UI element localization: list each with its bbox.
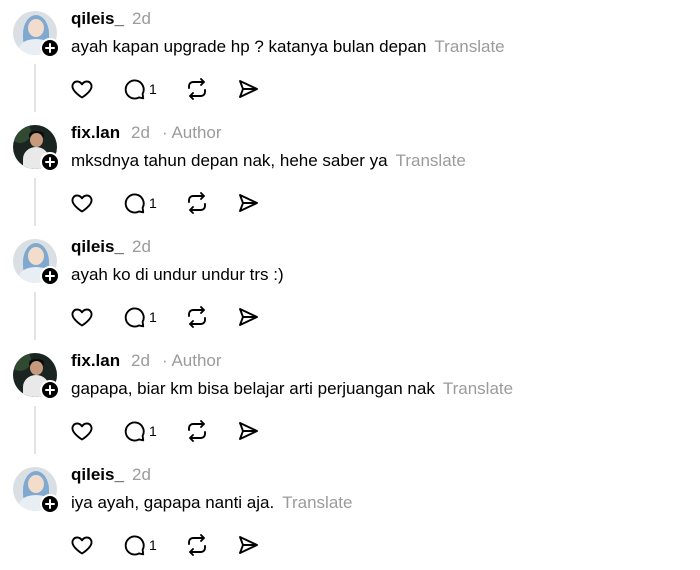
share-button[interactable] (236, 532, 260, 558)
comment-item: fix.lan 2d · Author mksdnya tahun depan … (0, 114, 700, 228)
repost-button[interactable] (185, 304, 209, 330)
timestamp: 2d (132, 9, 151, 28)
comment-icon (124, 535, 145, 556)
translate-link[interactable]: Translate (282, 493, 352, 512)
reply-button[interactable]: 1 (122, 532, 157, 558)
comment-body: ayah ko di undur undur trs :) (71, 265, 284, 284)
translate-link[interactable]: Translate (396, 151, 466, 170)
send-icon (239, 308, 258, 326)
repost-button[interactable] (185, 418, 209, 444)
username[interactable]: fix.lan (71, 351, 120, 371)
reply-count: 1 (149, 81, 157, 97)
like-button[interactable] (70, 190, 94, 216)
comment-body: mksdnya tahun depan nak, hehe saber ya (71, 151, 388, 170)
timestamp: 2d (131, 351, 150, 370)
username[interactable]: qileis_ (71, 9, 124, 29)
comment-text: gapapa, biar km bisa belajar arti perjua… (71, 379, 513, 399)
plus-icon[interactable] (40, 380, 60, 400)
translate-link[interactable]: Translate (443, 379, 513, 398)
like-button[interactable] (70, 532, 94, 558)
avatar[interactable] (13, 353, 60, 400)
comment-body: iya ayah, gapapa nanti aja. (71, 493, 275, 512)
reply-count: 1 (149, 195, 157, 211)
comment-item: qileis_ 2d ayah ko di undur undur trs :)… (0, 228, 700, 342)
thread-connector (34, 64, 36, 112)
plus-icon[interactable] (40, 38, 60, 58)
like-button[interactable] (70, 76, 94, 102)
send-icon (239, 422, 258, 440)
comment-icon (124, 79, 145, 100)
avatar[interactable] (13, 11, 60, 58)
comment-icon (124, 307, 145, 328)
send-icon (239, 536, 258, 554)
heart-icon (71, 80, 93, 99)
share-button[interactable] (236, 76, 260, 102)
heart-icon (71, 308, 93, 327)
reply-button[interactable]: 1 (122, 304, 157, 330)
timestamp: 2d (132, 237, 151, 256)
comment-text: ayah ko di undur undur trs :) (71, 265, 284, 285)
plus-icon[interactable] (40, 266, 60, 286)
heart-icon (71, 422, 93, 441)
send-icon (239, 80, 258, 98)
comment-icon (124, 193, 145, 214)
repost-icon (188, 420, 206, 442)
reply-count: 1 (149, 309, 157, 325)
repost-icon (188, 78, 206, 100)
share-button[interactable] (236, 190, 260, 216)
comment-text: iya ayah, gapapa nanti aja. Translate (71, 493, 352, 513)
thread-connector (34, 292, 36, 340)
timestamp: 2d (132, 465, 151, 484)
repost-icon (188, 306, 206, 328)
translate-link[interactable]: Translate (434, 37, 504, 56)
plus-icon[interactable] (40, 152, 60, 172)
username[interactable]: qileis_ (71, 237, 124, 257)
comment-body: gapapa, biar km bisa belajar arti perjua… (71, 379, 435, 398)
timestamp: 2d (131, 123, 150, 142)
comment-item: qileis_ 2d iya ayah, gapapa nanti aja. Tr… (0, 456, 700, 570)
like-button[interactable] (70, 304, 94, 330)
avatar[interactable] (13, 239, 60, 286)
avatar[interactable] (13, 467, 60, 514)
reply-button[interactable]: 1 (122, 418, 157, 444)
repost-icon (188, 534, 206, 556)
reply-button[interactable]: 1 (122, 76, 157, 102)
share-button[interactable] (236, 304, 260, 330)
comment-thread: qileis_ 2d ayah kapan upgrade hp ? katan… (0, 0, 700, 563)
repost-button[interactable] (185, 190, 209, 216)
reply-button[interactable]: 1 (122, 190, 157, 216)
comment-item: fix.lan 2d · Author gapapa, biar km bisa… (0, 342, 700, 456)
reply-count: 1 (149, 537, 157, 553)
comment-item: qileis_ 2d ayah kapan upgrade hp ? katan… (0, 0, 700, 114)
plus-icon[interactable] (40, 494, 60, 514)
share-button[interactable] (236, 418, 260, 444)
author-badge: · Author (162, 351, 222, 370)
comment-text: mksdnya tahun depan nak, hehe saber ya Tr… (71, 151, 466, 171)
send-icon (239, 194, 258, 212)
reply-count: 1 (149, 423, 157, 439)
author-badge: · Author (162, 123, 222, 142)
thread-connector (34, 178, 36, 226)
avatar[interactable] (13, 125, 60, 172)
username[interactable]: qileis_ (71, 465, 124, 485)
heart-icon (71, 536, 93, 555)
repost-button[interactable] (185, 76, 209, 102)
comment-icon (124, 421, 145, 442)
thread-connector (34, 406, 36, 454)
repost-button[interactable] (185, 532, 209, 558)
heart-icon (71, 194, 93, 213)
comment-text: ayah kapan upgrade hp ? katanya bulan de… (71, 37, 505, 57)
username[interactable]: fix.lan (71, 123, 120, 143)
repost-icon (188, 192, 206, 214)
like-button[interactable] (70, 418, 94, 444)
comment-body: ayah kapan upgrade hp ? katanya bulan de… (71, 37, 427, 56)
